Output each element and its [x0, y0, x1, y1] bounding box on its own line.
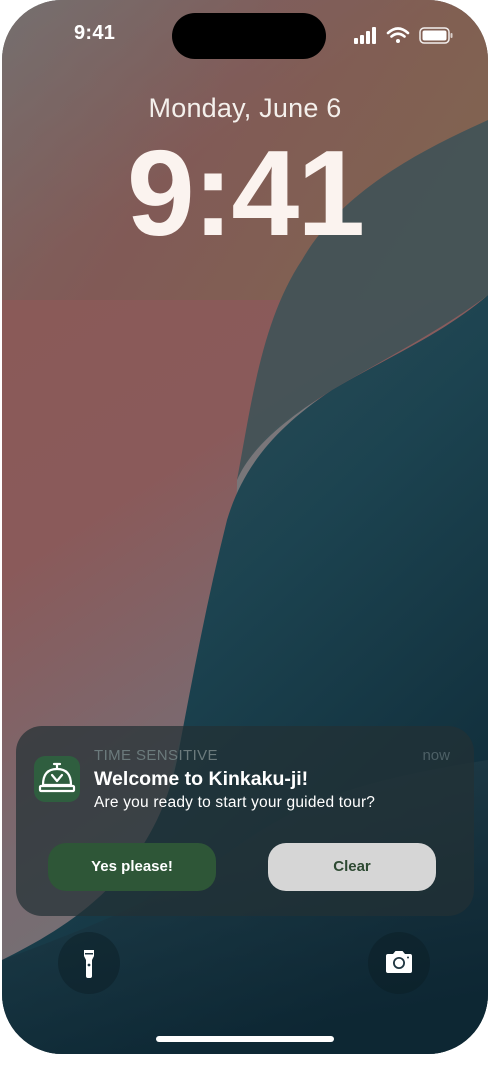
wifi-icon	[386, 27, 410, 43]
lock-screen-time: 9:41	[126, 125, 365, 261]
notification-title: Welcome to Kinkaku-ji!	[94, 768, 309, 790]
notification-timestamp: now	[422, 747, 450, 764]
phone-screen: 9:41 Monday, June 6 9:41 TIME SENSITIVE …	[2, 0, 488, 1054]
flashlight-icon	[84, 950, 94, 978]
camera-icon	[386, 951, 412, 973]
battery-icon	[419, 27, 453, 44]
camera-button[interactable]	[368, 932, 430, 994]
app-icon	[34, 756, 80, 802]
dynamic-island	[172, 13, 326, 59]
home-indicator[interactable]	[156, 1036, 334, 1042]
lock-screen-date: Monday, June 6	[148, 93, 342, 123]
cellular-signal-icon	[354, 27, 376, 44]
status-bar: 9:41	[2, 0, 488, 70]
clear-button[interactable]: Clear	[268, 843, 436, 891]
status-icons	[354, 27, 453, 44]
flashlight-button[interactable]	[58, 932, 120, 994]
service-bell-icon	[38, 762, 76, 793]
status-time: 9:41	[74, 22, 116, 44]
notification-body: Are you ready to start your guided tour?	[94, 794, 376, 811]
notification-category: TIME SENSITIVE	[94, 747, 218, 764]
yes-please-button[interactable]: Yes please!	[48, 843, 216, 891]
notification-card[interactable]: TIME SENSITIVE now Welcome to Kinkaku-ji…	[16, 726, 474, 916]
